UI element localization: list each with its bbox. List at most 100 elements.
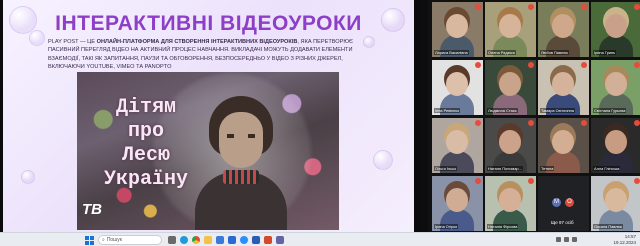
language-icon[interactable] — [572, 237, 577, 242]
mic-muted-icon — [528, 178, 534, 184]
participant-tile[interactable]: Олена Радюся — [485, 2, 536, 57]
caption-line: Дітям — [115, 96, 176, 119]
word-icon[interactable] — [252, 236, 260, 244]
participant-face — [552, 72, 574, 96]
participant-tile[interactable]: Любов Павлюк — [538, 2, 589, 57]
participant-face — [499, 14, 521, 38]
clock[interactable]: 14:57 19.12.2024 — [613, 234, 636, 246]
decor-bubble — [21, 170, 35, 184]
presentation-slide: ІНТЕРАКТИВНІ ВІДЕОУРОКИ Play Post — це о… — [3, 0, 414, 232]
participant-name: Ірина Гринь — [593, 50, 617, 55]
powerpoint-icon[interactable] — [264, 236, 272, 244]
avatar-icon: M — [552, 198, 561, 207]
participant-tile[interactable]: Тетяна — [538, 118, 589, 173]
participant-tile[interactable]: Ірина Гринь — [591, 2, 640, 57]
caption-line: Лесю — [121, 144, 170, 167]
video-caption: Дітям про Лесю Україну — [91, 96, 201, 192]
mic-muted-icon — [634, 178, 640, 184]
participant-gallery: Лариса Василівна Олена Радюся Любов Павлюк… — [428, 0, 640, 232]
taskbar-search[interactable]: ⌕ Пошук — [98, 235, 162, 245]
participant-face — [446, 130, 468, 154]
slide-title: ІНТЕРАКТИВНІ ВІДЕОУРОКИ — [55, 12, 362, 35]
mic-muted-icon — [634, 120, 640, 126]
mic-muted-icon — [475, 4, 481, 10]
participant-tile[interactable]: Людмила Стась — [485, 60, 536, 115]
zoom-icon[interactable] — [240, 236, 248, 244]
participant-face — [446, 14, 468, 38]
mic-muted-icon — [475, 62, 481, 68]
participant-name: Світлана Гурьєва — [593, 108, 627, 113]
participant-tile[interactable]: Інна Ревієнко — [432, 60, 483, 115]
mic-muted-icon — [475, 178, 481, 184]
embedded-video[interactable]: Дітям про Лесю Україну ТВ — [77, 72, 339, 230]
participant-name: Тетяна — [540, 166, 555, 171]
participant-name: Тамара Світлинна — [540, 108, 575, 113]
participant-name: Наталя Пономар... — [487, 166, 523, 171]
mic-muted-icon — [581, 120, 587, 126]
participant-name: Ірина Огірко — [434, 224, 459, 229]
explorer-icon[interactable] — [204, 236, 212, 244]
decor-bubble — [373, 150, 393, 170]
participant-name: Наталія Фірсова — [487, 224, 519, 229]
participant-tile[interactable]: Лариса Василівна — [432, 2, 483, 57]
search-placeholder: Пошук — [106, 237, 122, 243]
mic-muted-icon — [475, 120, 481, 126]
participant-face — [605, 188, 627, 212]
participant-face — [605, 130, 627, 154]
more-participants-tile[interactable]: M O Ще 97 осіб — [538, 176, 589, 231]
mic-muted-icon — [528, 120, 534, 126]
taskbar: ⌕ Пошук 14:57 19.12.2024 — [0, 232, 640, 246]
clock-date: 19.12.2024 — [613, 240, 636, 245]
participant-face — [552, 130, 574, 154]
participant-face — [446, 72, 468, 96]
slide-description: Play Post — це онлайн-платформа для ство… — [48, 38, 378, 72]
shared-screen: ІНТЕРАКТИВНІ ВІДЕОУРОКИ Play Post — це о… — [0, 0, 420, 232]
participant-face — [446, 188, 468, 212]
caption-line: Україну — [103, 168, 188, 191]
participant-name: Ольга Ілько — [434, 166, 458, 171]
participant-tile[interactable]: Ольга Ілько — [432, 118, 483, 173]
participant-tile[interactable]: Тамара Світлинна — [538, 60, 589, 115]
participant-name: Олена Радюся — [487, 50, 516, 55]
teams-icon[interactable] — [276, 236, 284, 244]
start-button[interactable] — [84, 235, 94, 245]
participant-name: Любов Павлюк — [540, 50, 569, 55]
participant-tile[interactable]: Алла Глінська — [591, 118, 640, 173]
mic-muted-icon — [528, 62, 534, 68]
mic-muted-icon — [528, 4, 534, 10]
avatar-icon: O — [565, 198, 574, 207]
participant-name: Лариса Василівна — [434, 50, 469, 55]
tv-logo: ТВ — [82, 201, 102, 218]
participant-name: Інна Ревієнко — [434, 108, 461, 113]
portrait-image — [195, 90, 287, 230]
participant-face — [605, 14, 627, 38]
network-icon[interactable] — [556, 237, 561, 242]
participant-name: Алла Глінська — [593, 166, 621, 171]
participant-tile[interactable]: Наталія Фірсова — [485, 176, 536, 231]
participant-tile[interactable]: Наталя Пономар... — [485, 118, 536, 173]
participant-name: Ще 97 осіб — [551, 220, 574, 225]
participant-name: Людмила Стась — [487, 108, 518, 113]
participant-tile[interactable]: Ірина Огірко — [432, 176, 483, 231]
participant-face — [499, 72, 521, 96]
participant-face — [499, 188, 521, 212]
mic-muted-icon — [581, 62, 587, 68]
volume-icon[interactable] — [564, 237, 569, 242]
participant-tile[interactable]: Оксана Павлюк — [591, 176, 640, 231]
store-icon[interactable] — [216, 236, 224, 244]
participant-name: Оксана Павлюк — [593, 224, 624, 229]
participant-tile[interactable]: Світлана Гурьєва — [591, 60, 640, 115]
task-view-icon[interactable] — [168, 236, 176, 244]
participant-face — [605, 72, 627, 96]
desktop: ІНТЕРАКТИВНІ ВІДЕОУРОКИ Play Post — це о… — [0, 0, 640, 246]
search-icon: ⌕ — [102, 237, 105, 243]
participant-face — [499, 130, 521, 154]
caption-line: про — [127, 120, 164, 143]
chrome-icon[interactable] — [192, 236, 200, 244]
mic-muted-icon — [581, 4, 587, 10]
mail-icon[interactable] — [228, 236, 236, 244]
edge-icon[interactable] — [180, 236, 188, 244]
desc-bold: онлайн-платформа для створення інтеракти… — [96, 39, 298, 45]
mic-muted-icon — [634, 62, 640, 68]
mic-muted-icon — [634, 4, 640, 10]
